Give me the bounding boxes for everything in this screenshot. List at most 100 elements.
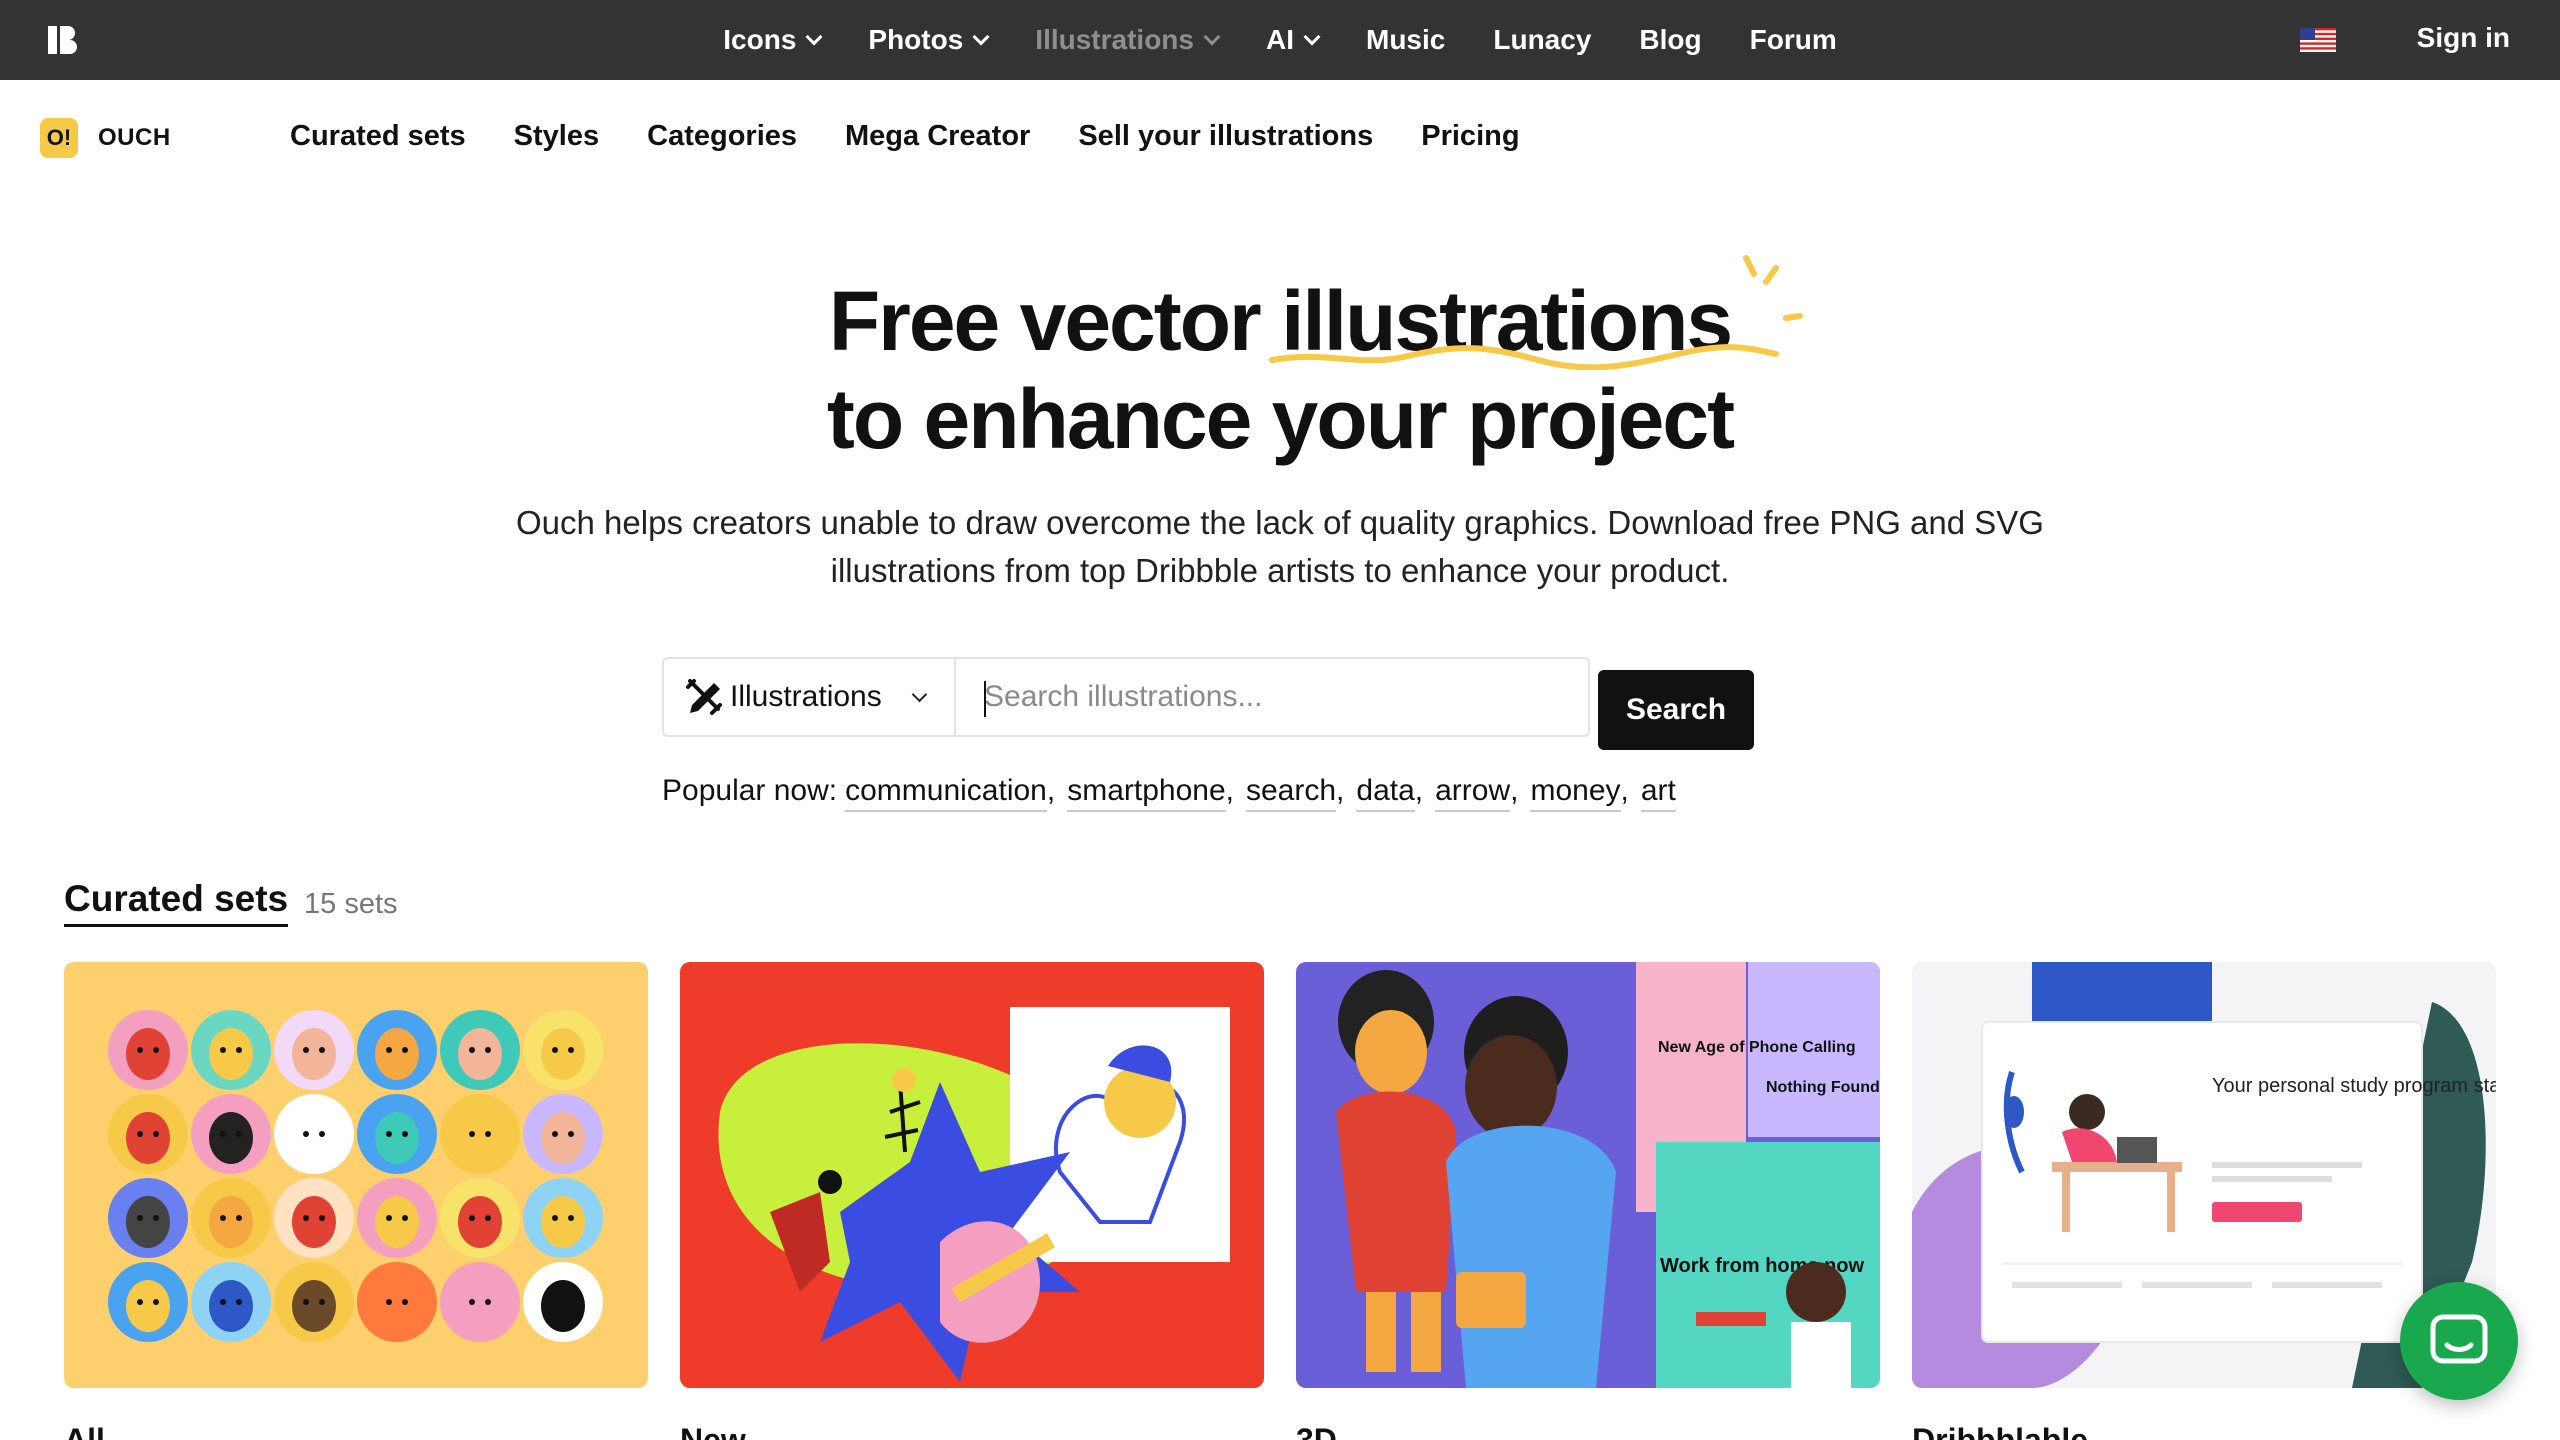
nav-icons[interactable]: Icons bbox=[723, 24, 823, 56]
popular-tag-data[interactable]: data bbox=[1356, 774, 1415, 812]
nav-music[interactable]: Music bbox=[1366, 24, 1445, 56]
search-type-dropdown[interactable]: Illustrations bbox=[662, 657, 954, 737]
avatar-eye bbox=[137, 1215, 143, 1221]
popular-tag-communication[interactable]: communication bbox=[845, 774, 1047, 812]
abstract-art-illustration bbox=[718, 1007, 1230, 1382]
avatar-eye bbox=[137, 1299, 143, 1305]
card-label-all[interactable]: All bbox=[64, 1420, 105, 1440]
avatar-eye bbox=[568, 1215, 574, 1221]
chevron-down-icon bbox=[805, 28, 823, 46]
search-type-label: Illustrations bbox=[730, 680, 882, 713]
curated-card-all[interactable] bbox=[64, 962, 648, 1388]
popular-tag-art[interactable]: art bbox=[1640, 774, 1676, 812]
avatar-face bbox=[126, 1028, 170, 1080]
avatar-face bbox=[126, 1196, 170, 1248]
avatar-face bbox=[375, 1280, 419, 1332]
subnav-sell-illustrations[interactable]: Sell your illustrations bbox=[1078, 120, 1373, 153]
avatar-eye bbox=[552, 1215, 558, 1221]
avatar-eye bbox=[319, 1131, 325, 1137]
sparkle-lines-icon bbox=[1743, 255, 1803, 321]
search-field bbox=[954, 657, 1590, 737]
avatar-face bbox=[209, 1028, 253, 1080]
avatar-eye bbox=[402, 1131, 408, 1137]
avatar-eye bbox=[319, 1215, 325, 1221]
chevron-down-icon bbox=[972, 28, 990, 46]
avatar-eye bbox=[303, 1047, 309, 1053]
avatar-eye bbox=[552, 1299, 558, 1305]
main-nav: Icons Photos Illustrations AI Music Luna… bbox=[0, 0, 2560, 80]
avatar-eye bbox=[469, 1131, 475, 1137]
nav-lunacy[interactable]: Lunacy bbox=[1493, 24, 1591, 56]
ouch-header: O! OUCH Curated sets Styles Categories M… bbox=[0, 80, 2560, 200]
avatar-eye bbox=[236, 1047, 242, 1053]
hero-subtitle-line1: Ouch helps creators unable to draw overc… bbox=[516, 504, 2044, 541]
avatar-face bbox=[458, 1280, 502, 1332]
sign-in-link[interactable]: Sign in bbox=[2417, 22, 2510, 54]
ouch-logo-badge[interactable]: O! bbox=[40, 118, 78, 158]
avatar-eye bbox=[153, 1131, 159, 1137]
avatar-eye bbox=[236, 1299, 242, 1305]
avatar-eye bbox=[153, 1215, 159, 1221]
card-label-dribbblable[interactable]: Dribbblable bbox=[1912, 1420, 2088, 1440]
avatar-eye bbox=[469, 1047, 475, 1053]
avatar-eye bbox=[137, 1131, 143, 1137]
avatar-eye bbox=[153, 1299, 159, 1305]
avatar-eye bbox=[137, 1047, 143, 1053]
avatar-eye bbox=[485, 1215, 491, 1221]
subnav-categories[interactable]: Categories bbox=[647, 120, 797, 153]
avatar-eye bbox=[402, 1299, 408, 1305]
scribble-underline-icon bbox=[1269, 344, 1779, 370]
avatar-face bbox=[375, 1112, 419, 1164]
avatar-face bbox=[292, 1112, 336, 1164]
card3-text-b: Nothing Found bbox=[1766, 1079, 1880, 1096]
text-caret bbox=[984, 681, 986, 717]
card-label-new[interactable]: New bbox=[680, 1420, 746, 1440]
search-button[interactable]: Search bbox=[1598, 670, 1754, 750]
avatar-face bbox=[209, 1196, 253, 1248]
popular-label: Popular now: bbox=[662, 774, 838, 807]
curated-card-3d[interactable]: New Age of Phone Calling Nothing Found W… bbox=[1296, 962, 1880, 1388]
search-input[interactable] bbox=[956, 659, 1588, 735]
avatar-face bbox=[292, 1280, 336, 1332]
avatar-eye bbox=[386, 1047, 392, 1053]
avatar-face bbox=[126, 1280, 170, 1332]
avatar-eye bbox=[386, 1299, 392, 1305]
card3-text-a: New Age of Phone Calling bbox=[1658, 1039, 1856, 1056]
curated-sets-count: 15 sets bbox=[304, 888, 398, 920]
subnav-pricing[interactable]: Pricing bbox=[1421, 120, 1519, 153]
avatar-eye bbox=[386, 1215, 392, 1221]
subnav-styles[interactable]: Styles bbox=[514, 120, 599, 153]
chat-button[interactable] bbox=[2400, 1282, 2518, 1400]
avatar-eye bbox=[319, 1047, 325, 1053]
avatar-face bbox=[292, 1196, 336, 1248]
avatar-eye bbox=[402, 1047, 408, 1053]
popular-tag-money[interactable]: money bbox=[1530, 774, 1621, 812]
nav-illustrations[interactable]: Illustrations bbox=[1035, 24, 1221, 56]
nav-forum[interactable]: Forum bbox=[1750, 24, 1837, 56]
nav-ai[interactable]: AI bbox=[1266, 24, 1321, 56]
popular-tag-smartphone[interactable]: smartphone bbox=[1067, 774, 1226, 812]
avatar-eye bbox=[303, 1299, 309, 1305]
avatar-face bbox=[292, 1028, 336, 1080]
card-label-3d[interactable]: 3D bbox=[1296, 1420, 1337, 1440]
curated-sets-heading[interactable]: Curated sets bbox=[64, 878, 289, 927]
avatar-face bbox=[375, 1028, 419, 1080]
subnav-curated-sets[interactable]: Curated sets bbox=[290, 120, 466, 153]
avatar-eye bbox=[153, 1047, 159, 1053]
nav-blog[interactable]: Blog bbox=[1639, 24, 1701, 56]
popular-tag-arrow[interactable]: arrow bbox=[1435, 774, 1511, 812]
avatar-eye bbox=[236, 1215, 242, 1221]
illustration-pen-icon bbox=[686, 679, 722, 715]
avatar-eye bbox=[303, 1131, 309, 1137]
avatar-eye bbox=[220, 1299, 226, 1305]
subnav-mega-creator[interactable]: Mega Creator bbox=[845, 120, 1030, 153]
avatar-face bbox=[375, 1196, 419, 1248]
us-flag-icon[interactable] bbox=[2300, 28, 2336, 52]
top-navigation-bar: Icons Photos Illustrations AI Music Luna… bbox=[0, 0, 2560, 80]
avatar-eye bbox=[469, 1299, 475, 1305]
nav-photos[interactable]: Photos bbox=[868, 24, 990, 56]
ouch-brand-name[interactable]: OUCH bbox=[98, 124, 171, 152]
popular-tag-search[interactable]: search bbox=[1246, 774, 1337, 812]
hero-title-line2: to enhance your project bbox=[826, 372, 1735, 466]
curated-card-new[interactable] bbox=[680, 962, 1264, 1388]
